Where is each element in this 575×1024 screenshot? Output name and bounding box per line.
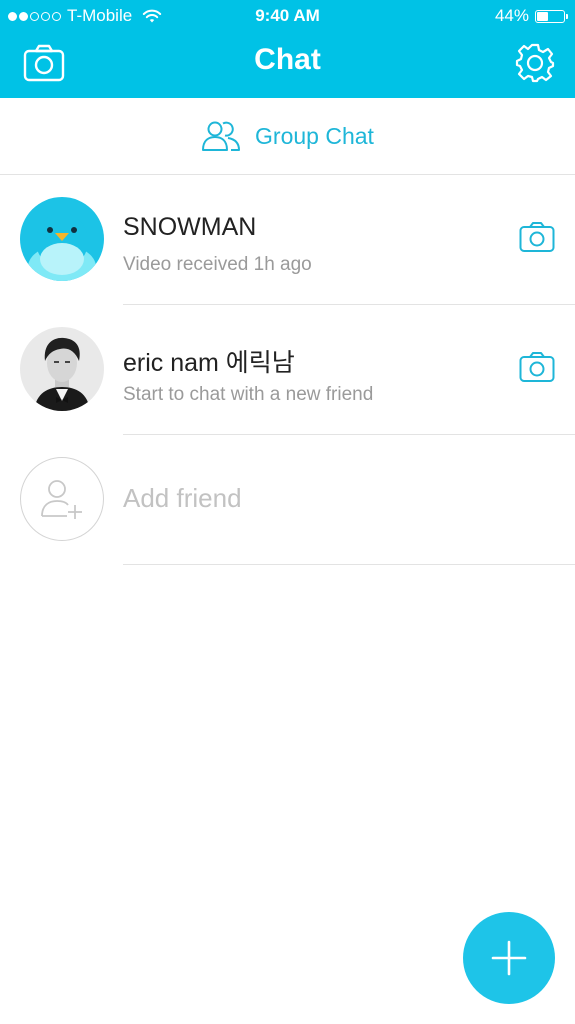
top-bar: T-Mobile 9:40 AM 44% Chat: [0, 0, 575, 98]
camera-icon: [519, 352, 555, 382]
camera-button[interactable]: [519, 221, 555, 255]
chat-app: T-Mobile 9:40 AM 44% Chat Group Chat SNO…: [0, 0, 575, 1024]
add-friend-button[interactable]: Add friend: [0, 435, 575, 565]
gear-icon: [515, 43, 555, 83]
chat-name: SNOWMAN: [123, 213, 257, 241]
penguin-avatar: [20, 197, 104, 281]
add-user-icon: [41, 480, 82, 519]
new-chat-button[interactable]: [463, 912, 555, 1004]
page-title: Chat: [254, 43, 321, 76]
battery-percent: 44%: [494, 6, 529, 25]
group-chat-button[interactable]: Group Chat: [0, 98, 575, 175]
settings-button[interactable]: [513, 42, 557, 84]
chat-list-item[interactable]: eric nam 에릭남 Start to chat with a new fr…: [0, 305, 575, 435]
status-right: 44%: [494, 6, 568, 26]
group-users-icon: [202, 121, 241, 151]
add-friend-avatar: [20, 457, 104, 541]
row-divider: [123, 564, 575, 565]
status-bar: T-Mobile 9:40 AM 44%: [0, 0, 575, 32]
camera-icon: [519, 222, 555, 252]
person-photo-avatar: [20, 327, 104, 411]
add-friend-label: Add friend: [123, 483, 242, 513]
plus-icon: [491, 940, 527, 976]
chat-subtitle: Video received 1h ago: [123, 254, 312, 275]
camera-button[interactable]: [519, 351, 555, 385]
status-time: 9:40 AM: [255, 6, 320, 25]
chat-subtitle: Start to chat with a new friend: [123, 384, 374, 405]
battery-icon: [535, 9, 568, 23]
chat-list-item[interactable]: SNOWMAN Video received 1h ago: [0, 175, 575, 305]
chat-name: eric nam 에릭남: [123, 349, 295, 377]
group-chat-label: Group Chat: [255, 122, 374, 149]
